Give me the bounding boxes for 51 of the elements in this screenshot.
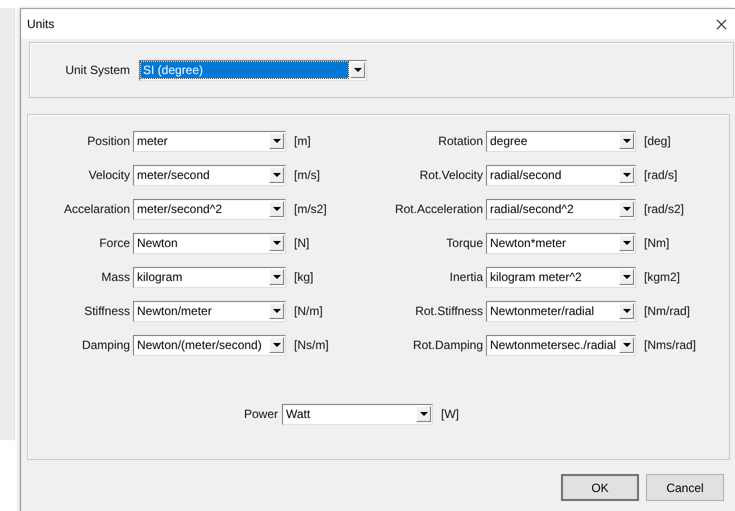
- field-label: Rotation: [437, 134, 484, 148]
- unit-label: [Nms/rad]: [644, 338, 696, 352]
- unit-label: [Ns/m]: [294, 338, 329, 352]
- field-label: Rot.Stiffness: [414, 304, 484, 318]
- field-label: Mass: [100, 270, 131, 284]
- dropdown-field[interactable]: Newton/(meter/second): [133, 334, 286, 356]
- unit-label: [kgm2]: [644, 270, 680, 284]
- dropdown-field[interactable]: degree: [486, 130, 636, 152]
- field-label: Power: [242, 407, 279, 421]
- unit-label: [Nm/rad]: [644, 304, 690, 318]
- dialog-button[interactable]: Cancel: [646, 474, 724, 501]
- field-label: Torque: [445, 236, 484, 250]
- unit-label: [N/m]: [294, 304, 323, 318]
- dropdown-field[interactable]: Newton: [133, 232, 286, 254]
- unit-label: [kg]: [294, 270, 314, 284]
- unit-label: [Nm]: [644, 236, 670, 250]
- field-label: Inertia: [448, 270, 484, 284]
- dropdown-field[interactable]: Newton*meter: [486, 232, 636, 254]
- field-label: Damping: [80, 338, 131, 352]
- dropdown-field[interactable]: Newtonmeter/radial: [486, 300, 636, 322]
- field-label: Rot.Damping: [412, 338, 484, 352]
- window-title: Units: [27, 17, 54, 31]
- field-label: Position: [86, 134, 131, 148]
- field-label: Accelaration: [62, 202, 131, 216]
- dropdown-field[interactable]: Watt: [282, 404, 433, 424]
- unit-label: [m/s]: [294, 168, 320, 182]
- dropdown-field[interactable]: radial/second^2: [486, 198, 636, 220]
- unit-label: [rad/s]: [644, 168, 678, 182]
- dropdown-field[interactable]: Newtonmetersec./radial: [486, 334, 636, 356]
- dropdown-field[interactable]: radial/second: [486, 164, 636, 186]
- dropdown-field[interactable]: SI (degree): [139, 60, 367, 80]
- field-label: Stiffness: [83, 304, 131, 318]
- unit-label: [m]: [294, 134, 311, 148]
- field-label: Rot.Velocity: [418, 168, 484, 182]
- close-icon[interactable]: [716, 18, 727, 30]
- dropdown-field[interactable]: meter/second: [133, 164, 286, 186]
- dropdown-field[interactable]: meter/second^2: [133, 198, 286, 220]
- unit-label: [rad/s2]: [644, 202, 684, 216]
- dropdown-field[interactable]: Newton/meter: [133, 300, 286, 322]
- dropdown-field[interactable]: kilogram meter^2: [486, 266, 636, 288]
- unit-label: [W]: [441, 407, 459, 421]
- field-label: Unit System: [64, 63, 131, 77]
- field-label: Rot.Acceleration: [394, 202, 484, 216]
- field-label: Force: [98, 236, 131, 250]
- unit-label: [N]: [294, 236, 310, 250]
- dropdown-field[interactable]: kilogram: [133, 266, 286, 288]
- field-label: Velocity: [88, 168, 131, 182]
- dropdown-field[interactable]: meter: [133, 130, 286, 152]
- unit-label: [m/s2]: [294, 202, 327, 216]
- unit-label: [deg]: [644, 134, 671, 148]
- dialog-button[interactable]: OK: [561, 474, 639, 501]
